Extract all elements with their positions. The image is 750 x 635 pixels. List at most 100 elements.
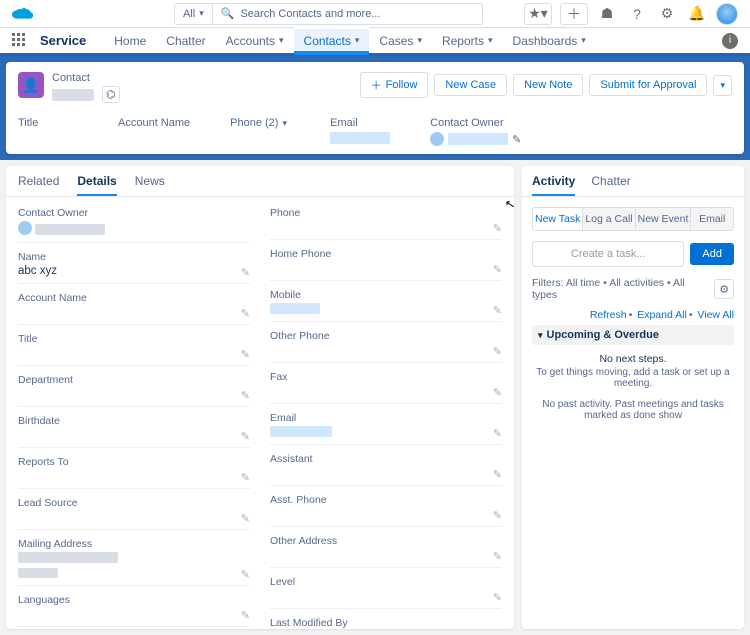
field-phone-label: Phone (270, 207, 502, 219)
subtab-log-call[interactable]: Log a Call (583, 208, 635, 230)
activity-settings-gear-icon[interactable]: ⚙ (714, 279, 734, 299)
tab-chatter[interactable]: Chatter (591, 174, 630, 196)
tab-details[interactable]: Details (77, 174, 116, 196)
field-mobile-label: Mobile (270, 289, 502, 301)
subtab-new-event[interactable]: New Event (636, 208, 692, 230)
follow-button[interactable]: ＋Follow (360, 72, 429, 98)
field-home-phone-label: Home Phone (270, 248, 502, 260)
edit-pencil-icon[interactable]: ✎ (241, 430, 250, 443)
edit-pencil-icon[interactable]: ✎ (241, 568, 250, 581)
search-placeholder: Search Contacts and more... (240, 8, 380, 20)
tab-news[interactable]: News (135, 174, 165, 196)
field-title-value (18, 347, 250, 361)
field-fax-value (270, 385, 502, 399)
new-case-button[interactable]: New Case (434, 74, 507, 96)
setup-gear-icon[interactable]: ⚙ (656, 3, 678, 25)
refresh-link[interactable]: Refresh (590, 309, 627, 321)
owner-avatar-icon (430, 132, 444, 146)
add-task-button[interactable]: Add (690, 243, 734, 265)
field-other-address-value (270, 549, 502, 563)
more-actions-button[interactable]: ▾ (713, 75, 732, 96)
app-launcher-icon[interactable] (12, 33, 28, 49)
hl-title-label: Title (18, 117, 78, 129)
nav-home[interactable]: Home (104, 27, 156, 55)
hl-owner-label: Contact Owner (430, 117, 521, 129)
edit-pencil-icon[interactable]: ✎ (493, 591, 502, 604)
field-contact-owner-value (35, 224, 105, 235)
edit-pencil-icon[interactable]: ✎ (241, 512, 250, 525)
subtab-new-task[interactable]: New Task (533, 208, 583, 230)
tab-related[interactable]: Related (18, 174, 59, 196)
favorites-icon[interactable]: ★▾ (524, 3, 552, 25)
edit-pencil-icon[interactable]: ✎ (493, 509, 502, 522)
field-birthdate-value (18, 429, 250, 443)
inbox-icon[interactable]: ☗ (596, 3, 618, 25)
nav-help-icon[interactable]: i (722, 33, 738, 49)
edit-pencil-icon[interactable]: ✎ (493, 345, 502, 358)
field-mobile-value (270, 303, 320, 314)
nav-contacts[interactable]: Contacts▾ (294, 27, 370, 55)
nav-accounts[interactable]: Accounts▾ (216, 27, 294, 55)
hl-owner-value (448, 133, 508, 145)
user-avatar[interactable] (716, 3, 738, 25)
edit-pencil-icon[interactable]: ✎ (241, 266, 250, 279)
field-other-phone-value (270, 344, 502, 358)
field-mailing-address-value (18, 552, 118, 563)
field-email-value (270, 426, 332, 437)
notifications-bell-icon[interactable]: 🔔 (686, 3, 708, 25)
tab-activity[interactable]: Activity (532, 174, 575, 196)
view-all-link[interactable]: View All (697, 309, 734, 321)
edit-pencil-icon[interactable]: ✎ (493, 468, 502, 481)
search-icon: 🔍 (221, 7, 235, 20)
field-name-value: abc xyz (18, 265, 250, 279)
field-account-name-value (18, 306, 250, 320)
record-name (52, 89, 94, 101)
edit-pencil-icon[interactable]: ✎ (241, 389, 250, 402)
field-phone-value (270, 221, 502, 235)
edit-pencil-icon[interactable]: ✎ (493, 304, 502, 317)
nav-cases[interactable]: Cases▾ (369, 27, 432, 55)
field-name-label: Name (18, 251, 250, 263)
create-task-input[interactable]: Create a task... (532, 241, 684, 267)
edit-pencil-icon[interactable]: ✎ (493, 263, 502, 276)
field-asst-phone-value (270, 508, 502, 522)
subtab-email[interactable]: Email (691, 208, 733, 230)
help-icon[interactable]: ? (626, 3, 648, 25)
search-scope-label: All (183, 8, 195, 20)
edit-pencil-icon[interactable]: ✎ (241, 609, 250, 622)
submit-for-approval-button[interactable]: Submit for Approval (589, 74, 707, 96)
edit-pencil-icon[interactable]: ✎ (241, 471, 250, 484)
global-search-input[interactable]: 🔍 Search Contacts and more... (213, 3, 483, 25)
edit-pencil-icon[interactable]: ✎ (241, 348, 250, 361)
search-scope-selector[interactable]: All ▾ (174, 3, 213, 25)
chevron-down-icon[interactable]: ▾ (282, 118, 287, 129)
record-object-type: Contact (52, 72, 120, 84)
field-level-label: Level (270, 576, 502, 588)
nav-chatter[interactable]: Chatter (156, 27, 215, 55)
edit-pencil-icon[interactable]: ✎ (241, 307, 250, 320)
chevron-down-icon: ▾ (279, 35, 284, 46)
field-birthdate-label: Birthdate (18, 415, 250, 427)
chevron-down-icon: ▾ (488, 35, 493, 46)
edit-pencil-icon[interactable]: ✎ (493, 386, 502, 399)
field-assistant-label: Assistant (270, 453, 502, 465)
field-contact-owner-label: Contact Owner (18, 207, 250, 219)
edit-pencil-icon[interactable]: ✎ (493, 427, 502, 440)
new-note-button[interactable]: New Note (513, 74, 583, 96)
activity-filters-text: Filters: All time • All activities • All… (532, 277, 708, 301)
global-actions-icon[interactable]: ＋ (560, 3, 588, 25)
hierarchy-icon[interactable]: ⌬ (102, 86, 120, 103)
change-owner-icon[interactable]: ✎ (512, 133, 521, 146)
chevron-down-icon: ▾ (720, 80, 725, 91)
field-department-value (18, 388, 250, 402)
edit-pencil-icon[interactable]: ✎ (493, 550, 502, 563)
nav-dashboards[interactable]: Dashboards▾ (503, 27, 596, 55)
nav-reports[interactable]: Reports▾ (432, 27, 503, 55)
field-other-address-label: Other Address (270, 535, 502, 547)
no-next-steps-subtext: To get things moving, add a task or set … (532, 367, 734, 389)
upcoming-overdue-section[interactable]: ▾ Upcoming & Overdue (532, 325, 734, 345)
expand-all-link[interactable]: Expand All (637, 309, 687, 321)
chevron-down-icon: ▾ (538, 330, 543, 341)
edit-pencil-icon[interactable]: ✎ (493, 222, 502, 235)
field-lead-source-label: Lead Source (18, 497, 250, 509)
